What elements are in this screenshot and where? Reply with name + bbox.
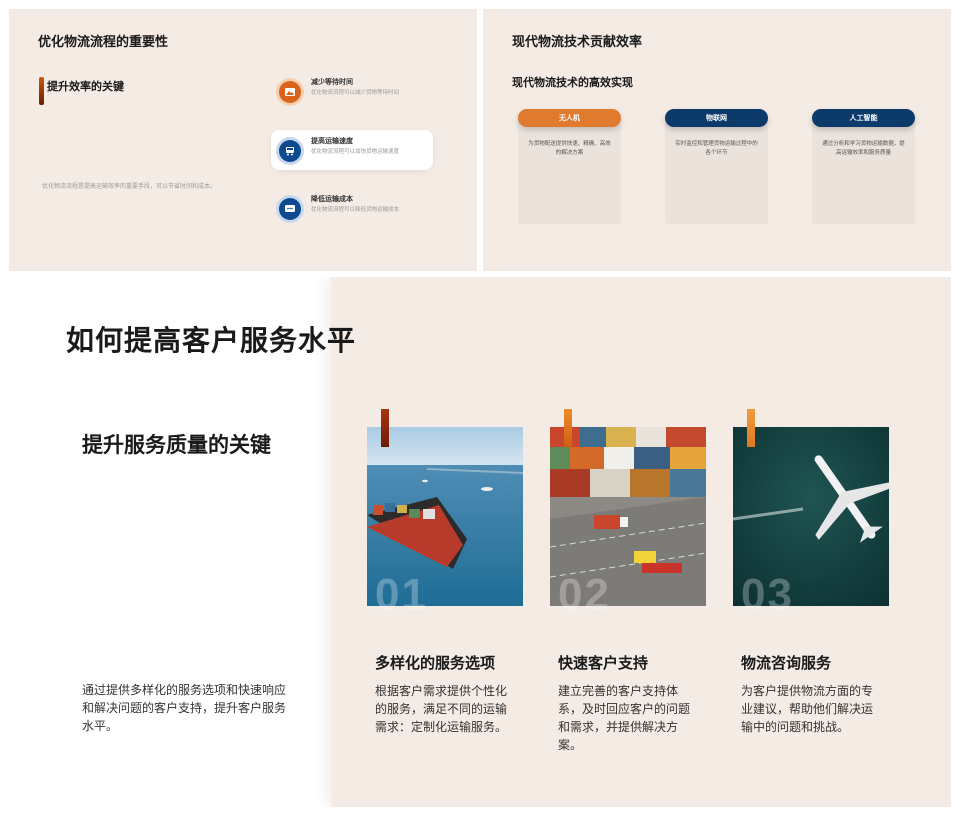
slide-modern-tech[interactable]: 现代物流技术贡献效率 现代物流技术的高效实现 无人机 为货物配送提供快速、精确、… [483, 9, 951, 271]
truck-icon [279, 140, 301, 162]
slide-description: 优化物流流程是提高运输效率的重要手段，可以节省时间和成本。 [42, 183, 217, 190]
image-icon [279, 81, 301, 103]
number-tag [564, 409, 572, 447]
list-item-reduce-cost: 降低运输成本 优化物流流程可以降低货物运输成本 [271, 188, 433, 228]
number-tag [381, 409, 389, 447]
slide-subtitle: 现代物流技术的高效实现 [512, 76, 633, 89]
slide-title: 现代物流技术贡献效率 [512, 35, 643, 50]
card-label: 人工智能 [812, 109, 915, 127]
service-number: 03 [741, 570, 794, 619]
slide-title: 如何提高客户服务水平 [66, 324, 357, 357]
accent-bar [39, 77, 44, 105]
card-desc: 实时监控和管理货物运输过程中的各个环节 [675, 141, 758, 156]
tech-card-drone: 无人机 为货物配送提供快速、精确、高效的解决方案 [518, 109, 621, 224]
number-tag [747, 409, 755, 447]
service-title: 快速客户支持 [558, 654, 649, 672]
item-title: 提高运输速度 [311, 137, 353, 145]
service-desc: 根据客户需求提供个性化的服务，满足不同的运输需求：定制化运输服务。 [375, 684, 508, 734]
item-title: 减少等待时间 [311, 78, 353, 86]
slide-subtitle: 提升服务质量的关键 [82, 433, 271, 457]
slide-customer-service[interactable]: 如何提高客户服务水平 提升服务质量的关键 通过提供多样化的服务选项和快速响应和解… [9, 277, 951, 807]
service-number: 02 [558, 570, 611, 619]
card-desc: 为货物配送提供快速、精确、高效的解决方案 [528, 141, 611, 156]
slide-description: 通过提供多样化的服务选项和快速响应和解决问题的客户支持，提升客户服务水平。 [82, 683, 287, 733]
card-label: 物联网 [665, 109, 768, 127]
slide-subtitle: 提升效率的关键 [47, 80, 124, 93]
card-body [518, 117, 621, 224]
card-body [812, 117, 915, 224]
tech-card-iot: 物联网 实时监控和管理货物运输过程中的各个环节 [665, 109, 768, 224]
card-body [665, 117, 768, 224]
service-title: 物流咨询服务 [741, 654, 832, 672]
service-title: 多样化的服务选项 [375, 654, 496, 672]
item-desc: 优化物流流程可以加快货物运输速度 [311, 149, 400, 155]
list-item-speed-up: 提高运输速度 优化物流流程可以加快货物运输速度 [271, 130, 433, 170]
service-number: 01 [375, 570, 428, 619]
item-desc: 优化物流流程可以减少货物等待时间 [311, 90, 400, 96]
tech-card-ai: 人工智能 通过分析和学习货物运输数据，提高运输效率和服务质量 [812, 109, 915, 224]
service-desc: 建立完善的客户支持体系，及时回应客户的问题和需求，并提供解决方案。 [558, 684, 691, 752]
chat-icon [279, 198, 301, 220]
slide-logistics-importance[interactable]: 优化物流流程的重要性 提升效率的关键 优化物流流程是提高运输效率的重要手段，可以… [9, 9, 477, 271]
card-label: 无人机 [518, 109, 621, 127]
card-desc: 通过分析和学习货物运输数据，提高运输效率和服务质量 [822, 141, 905, 156]
slide-title: 优化物流流程的重要性 [38, 35, 169, 50]
service-desc: 为客户提供物流方面的专业建议，帮助他们解决运输中的问题和挑战。 [741, 684, 874, 734]
item-title: 降低运输成本 [311, 195, 353, 203]
list-item-reduce-wait: 减少等待时间 优化物流流程可以减少货物等待时间 [271, 71, 433, 111]
item-desc: 优化物流流程可以降低货物运输成本 [311, 207, 400, 213]
